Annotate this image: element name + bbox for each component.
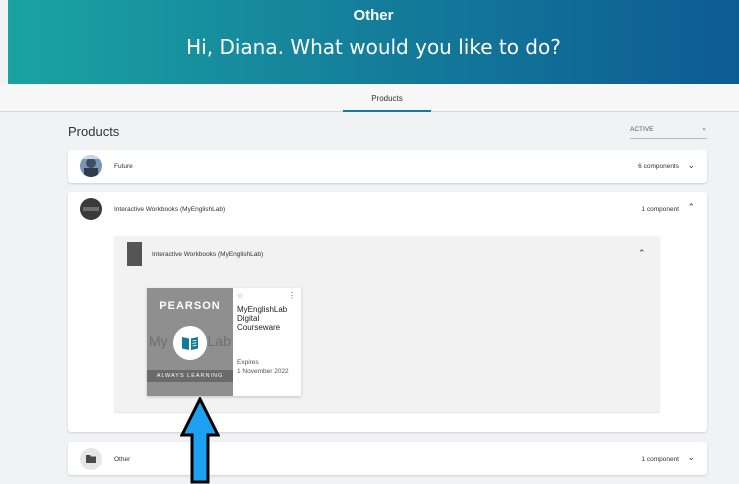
status-filter-value: ACTIVE xyxy=(630,126,654,133)
product-name: Future xyxy=(114,163,133,170)
component-count: 1 component xyxy=(641,456,679,463)
annotation-arrow-icon xyxy=(180,397,220,484)
component-count: 1 component xyxy=(641,206,679,213)
product-name: Interactive Workbooks (MyEnglishLab) xyxy=(114,206,226,213)
cover-text-left: My xyxy=(149,333,168,349)
chevron-down-icon[interactable]: ⌄ xyxy=(687,160,695,171)
courseware-card[interactable]: PEARSON My Lab ALWAYS LEARNING ☆ ⋮ MyEng… xyxy=(147,288,301,396)
chevron-down-icon: ⌄ xyxy=(701,125,707,132)
expires-label: Expires xyxy=(237,359,259,366)
tab-products[interactable]: Products xyxy=(343,94,431,112)
open-book-button[interactable] xyxy=(173,326,207,360)
course-cover-image[interactable]: PEARSON My Lab ALWAYS LEARNING xyxy=(147,288,233,396)
header-title: Other xyxy=(353,7,394,24)
chevron-up-icon[interactable]: ⌃ xyxy=(687,202,695,213)
component-count: 6 components xyxy=(638,163,679,170)
header-banner: Other Hi, Diana. What would you like to … xyxy=(8,0,739,84)
status-filter-select[interactable]: ACTIVE ⌄ xyxy=(630,125,707,139)
page-title: Products xyxy=(68,124,120,139)
tab-bar: Products xyxy=(0,84,739,112)
greeting-text: Hi, Diana. What would you like to do? xyxy=(186,35,561,59)
component-thumbnail xyxy=(127,242,142,266)
product-row-other[interactable]: Other 1 component ⌄ xyxy=(68,442,707,475)
open-book-icon xyxy=(182,337,198,350)
chevron-down-icon[interactable]: ⌄ xyxy=(687,452,695,463)
course-title: MyEnglishLab Digital Courseware xyxy=(237,305,288,332)
cover-strip: ALWAYS LEARNING xyxy=(147,370,233,382)
expires-date: 1 November 2022 xyxy=(237,368,289,375)
more-options-icon[interactable]: ⋮ xyxy=(288,291,296,300)
favorite-star-icon[interactable]: ☆ xyxy=(237,292,243,300)
folder-icon xyxy=(80,448,102,470)
product-avatar xyxy=(80,155,102,177)
component-name: Interactive Workbooks (MyEnglishLab) xyxy=(152,251,264,258)
cover-brand: PEARSON xyxy=(159,300,221,312)
product-name: Other xyxy=(114,456,131,463)
component-panel: Interactive Workbooks (MyEnglishLab) ⌃ P… xyxy=(114,236,660,412)
chevron-up-icon[interactable]: ⌃ xyxy=(638,248,646,259)
product-row-future[interactable]: Future 6 components ⌄ xyxy=(68,150,707,183)
product-row-interactive-workbooks[interactable]: Interactive Workbooks (MyEnglishLab) 1 c… xyxy=(68,192,707,432)
product-avatar xyxy=(80,198,102,220)
cover-text-right: Lab xyxy=(207,333,231,349)
